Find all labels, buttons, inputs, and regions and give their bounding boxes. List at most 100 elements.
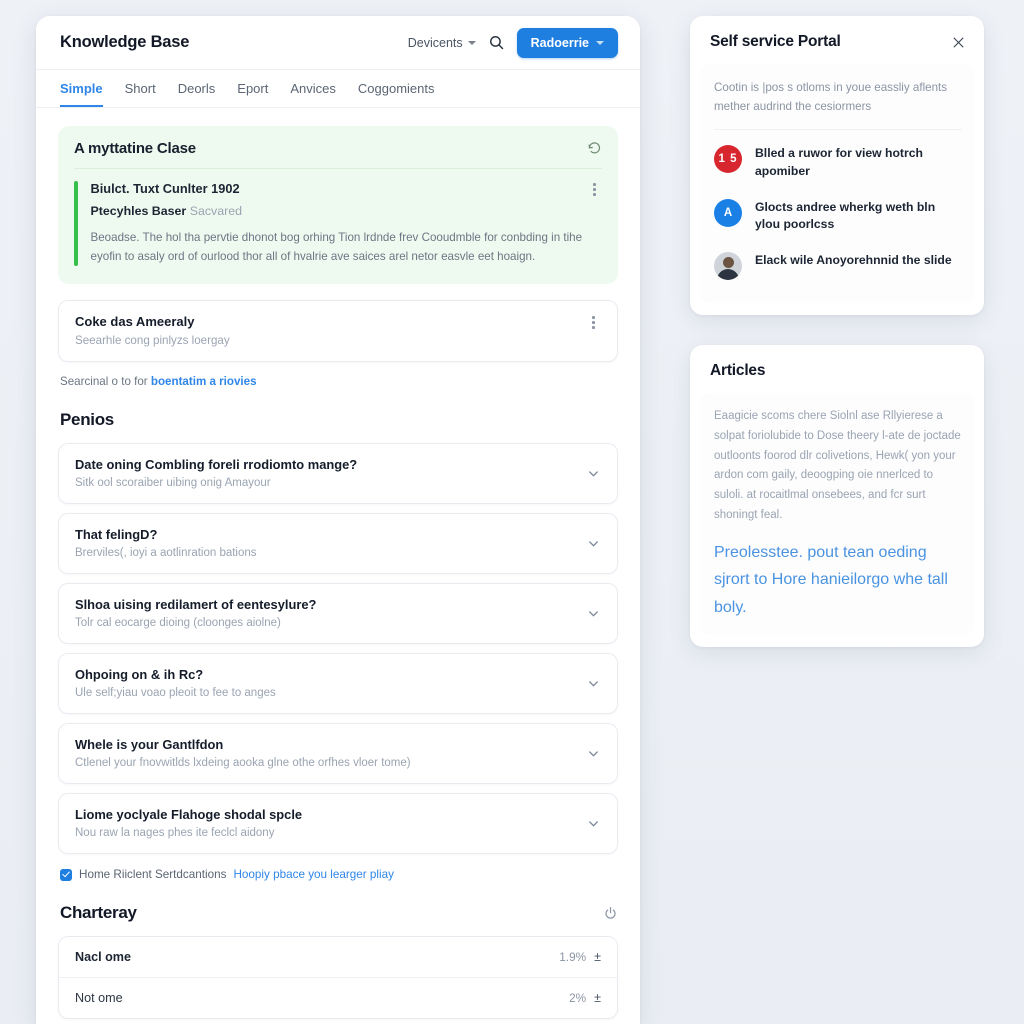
search-icon[interactable] bbox=[488, 34, 505, 51]
checkbox-icon[interactable] bbox=[60, 868, 72, 881]
devices-dropdown[interactable]: Devicents bbox=[408, 36, 476, 50]
portal-title: Self service Portal bbox=[710, 33, 841, 50]
alert-line-1: Biulct. Tuxt Cunlter 1902 bbox=[90, 181, 240, 196]
tab-short[interactable]: Short bbox=[125, 81, 156, 107]
alert-content: Biulct. Tuxt Cunlter 1902 Ptecyhles Base… bbox=[91, 181, 588, 266]
search-hint-link[interactable]: boentatim a riovies bbox=[151, 375, 257, 388]
alert-title: A myttatine Clase bbox=[74, 140, 196, 157]
chevron-down-icon bbox=[467, 40, 476, 45]
stat-value: 2% bbox=[569, 991, 587, 1006]
accordion-answer: Ctlenel your fnovwitlds lxdeing aooka gl… bbox=[75, 757, 411, 770]
main-panel: Knowledge Base Devicents Radoerrie Simpl… bbox=[36, 16, 640, 1024]
alert-header: A myttatine Clase bbox=[74, 140, 602, 169]
alert-paragraph: Beoadse. The hol tha pervtie dhonot bog … bbox=[90, 231, 583, 264]
page-title: Knowledge Base bbox=[60, 33, 190, 51]
charteray-heading-label: Charteray bbox=[60, 903, 137, 923]
chevron-down-icon[interactable] bbox=[586, 816, 601, 831]
stat-value-wrap: 2% ± bbox=[569, 991, 601, 1005]
stat-row[interactable]: Not ome 2% ± bbox=[59, 978, 617, 1018]
chevron-down-icon[interactable] bbox=[586, 466, 601, 481]
notifications-checkbox-link[interactable]: Hoopiy pbace you learger pliay bbox=[233, 868, 393, 881]
kebab-menu-icon[interactable] bbox=[586, 314, 601, 331]
tab-anvices[interactable]: Anvices bbox=[290, 81, 336, 107]
accordion-item[interactable]: Liome yoclyale Flahoge shodal spcle Nou … bbox=[58, 793, 618, 855]
accordion-text: Liome yoclyale Flahoge shodal spcle Nou … bbox=[75, 807, 574, 839]
list-item[interactable]: 1 5 Blled a ruwor for view hotrch apomib… bbox=[714, 136, 962, 189]
notifications-checkbox-row: Home Riiclent Sertdcantions Hoopiy pbace… bbox=[58, 868, 618, 881]
articles-title: Articles bbox=[710, 362, 766, 379]
app-header: Knowledge Base Devicents Radoerrie bbox=[36, 16, 640, 70]
portal-body: Cootin is |pos s otloms in youe eassliy … bbox=[700, 64, 974, 303]
coke-card[interactable]: Coke das Ameeraly Seearhle cong pinlyzs … bbox=[58, 300, 618, 363]
accordion-answer: Sitk ool scoraiber uibing onig Amayour bbox=[75, 477, 271, 490]
avatar-photo-head bbox=[722, 257, 734, 268]
devices-dropdown-label: Devicents bbox=[407, 35, 463, 50]
accordion-item[interactable]: Date oning Combling foreli rrodiomto man… bbox=[58, 443, 618, 505]
accordion-question: Whele is your Gantlfdon bbox=[75, 737, 224, 753]
chevron-down-icon[interactable] bbox=[586, 676, 601, 691]
accordion-question: Ohpoing on & ih Rc? bbox=[75, 667, 204, 683]
articles-link[interactable]: Preolesstee. pout tean oeding sjrort to … bbox=[714, 539, 962, 622]
alert-line-2-muted: Sacvared bbox=[189, 204, 243, 218]
status-alert-card: A myttatine Clase Biulct. Tuxt Cunlter 1… bbox=[58, 126, 618, 285]
plus-minus-icon: ± bbox=[594, 991, 601, 1006]
accordion-text: Whele is your Gantlfdon Ctlenel your fno… bbox=[75, 737, 574, 769]
chevron-down-icon[interactable] bbox=[586, 536, 601, 551]
list-item-label: Blled a ruwor for view hotrch apomiber bbox=[755, 146, 923, 178]
articles-panel: Articles Eaagicie scoms chere Siolnl ase… bbox=[690, 345, 984, 648]
list-item[interactable]: Elack wile Anoyorehnnid the slide bbox=[714, 243, 962, 289]
chevron-down-icon[interactable] bbox=[586, 746, 601, 761]
coke-card-title: Coke das Ameeraly bbox=[75, 314, 195, 330]
accordion-item[interactable]: Slhoa uising redilamert of eentesylure? … bbox=[58, 583, 618, 645]
portal-header: Self service Portal bbox=[690, 16, 984, 64]
faq-section-heading: Penios bbox=[60, 410, 114, 430]
plus-minus-icon: ± bbox=[594, 950, 601, 965]
accordion-item[interactable]: Ohpoing on & ih Rc? Ule self;yiau voao p… bbox=[58, 653, 618, 715]
accordion-answer: Nou raw la nages phes ite feclcl aidony bbox=[75, 827, 275, 840]
accordion-text: Date oning Combling foreli rrodiomto man… bbox=[75, 457, 574, 489]
share-icon[interactable] bbox=[603, 906, 618, 921]
stat-value: 1.9% bbox=[559, 950, 587, 965]
list-item[interactable]: A Glocts andree wherkg weth bln ylou poo… bbox=[714, 190, 962, 243]
accordion-item[interactable]: Whele is your Gantlfdon Ctlenel your fno… bbox=[58, 723, 618, 785]
chevron-down-icon[interactable] bbox=[586, 606, 601, 621]
coke-card-text: Coke das Ameeraly Seearhle cong pinlyzs … bbox=[75, 314, 586, 347]
avatar: 1 5 bbox=[714, 145, 742, 174]
stat-row[interactable]: Nacl ome 1.9% ± bbox=[59, 937, 617, 979]
accordion-text: That felingD? Brerviles(, ioyi a aotlinr… bbox=[75, 527, 574, 559]
alert-accent-bar bbox=[74, 181, 78, 267]
tab-simple[interactable]: Simple bbox=[60, 81, 103, 107]
self-service-portal-panel: Self service Portal Cootin is |pos s otl… bbox=[690, 16, 984, 315]
kebab-menu-icon[interactable] bbox=[587, 181, 602, 198]
stat-label: Not ome bbox=[75, 991, 123, 1006]
chevron-down-icon bbox=[596, 40, 604, 45]
list-item-label: Glocts andree wherkg weth bln ylou poorl… bbox=[755, 199, 936, 232]
articles-paragraph: Eaagicie scoms chere Siolnl ase Rllyiere… bbox=[714, 410, 961, 521]
history-icon[interactable] bbox=[587, 141, 602, 156]
search-hint-prefix: Searcinal o to for bbox=[60, 375, 151, 389]
articles-header: Articles bbox=[690, 345, 984, 393]
accordion-item[interactable]: That felingD? Brerviles(, ioyi a aotlinr… bbox=[58, 513, 618, 575]
portal-people-list: 1 5 Blled a ruwor for view hotrch apomib… bbox=[714, 130, 962, 289]
portal-description: Cootin is |pos s otloms in youe eassliy … bbox=[714, 78, 962, 131]
accordion-answer: Ule self;yiau voao pleoit to fee to ange… bbox=[75, 687, 276, 700]
app-root: Knowledge Base Devicents Radoerrie Simpl… bbox=[0, 0, 1024, 1024]
header-actions: Devicents Radoerrie bbox=[408, 27, 618, 58]
notifications-checkbox-label: Home Riiclent Sertdcantions bbox=[79, 868, 227, 882]
tab-bar: Simple Short Deorls Eport Anvices Coggom… bbox=[36, 70, 640, 108]
avatar-photo-body bbox=[717, 269, 739, 280]
stat-value-wrap: 1.9% ± bbox=[559, 950, 601, 964]
alert-body: Biulct. Tuxt Cunlter 1902 Ptecyhles Base… bbox=[74, 181, 602, 267]
tab-deorls[interactable]: Deorls bbox=[178, 81, 216, 107]
accordion-question: That felingD? bbox=[75, 527, 158, 543]
accordion-question: Liome yoclyale Flahoge shodal spcle bbox=[75, 807, 303, 823]
accordion-question: Date oning Combling foreli rrodiomto man… bbox=[75, 457, 358, 473]
close-icon[interactable] bbox=[951, 35, 966, 50]
accordion-answer: Brerviles(, ioyi a aotlinration bations bbox=[75, 547, 257, 560]
alert-line-2: Ptecyhles Baser Sacvared bbox=[91, 204, 588, 218]
stat-label: Nacl ome bbox=[75, 950, 131, 965]
radoerrie-button[interactable]: Radoerrie bbox=[516, 27, 618, 58]
tab-coggomients[interactable]: Coggomients bbox=[358, 81, 435, 107]
search-hint: Searcinal o to for boentatim a riovies bbox=[58, 375, 618, 388]
tab-eport[interactable]: Eport bbox=[237, 81, 268, 107]
